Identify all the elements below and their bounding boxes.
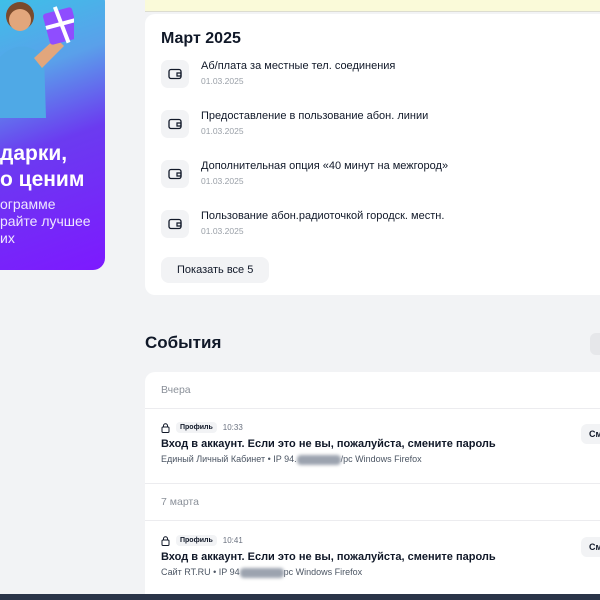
payment-title: Дополнительная опция «40 минут на межгор… (201, 160, 449, 172)
lock-icon (161, 535, 170, 546)
payment-title: Предоставление в пользование абон. линии (201, 110, 429, 122)
wallet-icon (161, 110, 189, 138)
event-action-button[interactable]: См (581, 537, 600, 557)
day-label: 7 марта (161, 496, 199, 508)
payment-title: Пользование абон.радиоточкой городск. ме… (201, 210, 445, 222)
promo-subtext-1: ограмме (0, 196, 56, 212)
events-title: События (145, 333, 222, 352)
redacted-ip (296, 454, 341, 465)
events-filter-button[interactable] (590, 333, 600, 355)
promo-headline-2: о ценим (0, 168, 85, 191)
wallet-icon (161, 210, 189, 238)
divider (145, 408, 600, 409)
divider (145, 520, 600, 521)
event-source: Единый Личный Кабинет (161, 454, 266, 464)
payment-item[interactable]: Предоставление в пользование абон. линии… (161, 108, 600, 148)
event-ip-prefix: IP 94. (273, 454, 297, 464)
event-title: Вход в аккаунт. Если это не вы, пожалуйс… (161, 438, 496, 450)
payment-date: 01.03.2025 (201, 176, 244, 186)
promo-subtext-2: райте лучшее (0, 213, 91, 229)
payment-item[interactable]: Дополнительная опция «40 минут на межгор… (161, 158, 600, 198)
browser-top-strip (145, 0, 600, 12)
event-details: Сайт RT.RU • IP 94 pc Windows Firefox (161, 567, 362, 578)
event-meta: Профиль 10:33 (161, 422, 243, 433)
event-meta: Профиль 10:41 (161, 535, 243, 546)
event-time: 10:33 (222, 423, 243, 432)
redacted-ip (239, 567, 284, 578)
event-time: 10:41 (222, 536, 243, 545)
payments-card: Март 2025 Аб/плата за местные тел. соеди… (145, 14, 600, 295)
day-label: Вчера (161, 384, 191, 396)
event-item[interactable]: Профиль 10:41 Вход в аккаунт. Если это н… (161, 535, 600, 585)
event-details: Единый Личный Кабинет • IP 94./pc Window… (161, 454, 422, 465)
promo-headline-1: дарки, (0, 142, 68, 165)
lock-icon (161, 422, 170, 433)
events-card: Вчера Профиль 10:33 Вход в аккаунт. Если… (145, 372, 600, 600)
wallet-icon (161, 160, 189, 188)
divider (145, 483, 600, 484)
payment-date: 01.03.2025 (201, 126, 244, 136)
payment-title: Аб/плата за местные тел. соединения (201, 60, 396, 72)
payment-date: 01.03.2025 (201, 76, 244, 86)
payment-date: 01.03.2025 (201, 226, 244, 236)
payment-item[interactable]: Пользование абон.радиоточкой городск. ме… (161, 208, 600, 248)
event-ip-prefix: IP 94 (218, 567, 240, 577)
os-taskbar (0, 594, 600, 600)
event-ip-suffix: /pc Windows Firefox (340, 454, 422, 464)
event-action-button[interactable]: См (581, 424, 600, 444)
wallet-icon (161, 60, 189, 88)
event-source: Сайт RT.RU (161, 567, 211, 577)
promo-person-illustration (0, 2, 74, 118)
profile-badge: Профиль (176, 422, 217, 433)
event-item[interactable]: Профиль 10:33 Вход в аккаунт. Если это н… (161, 422, 600, 472)
show-all-button[interactable]: Показать все 5 (161, 257, 270, 283)
month-title: Март 2025 (161, 30, 241, 47)
event-ip-suffix: pc Windows Firefox (283, 567, 363, 577)
promo-subtext-3: их (0, 230, 15, 246)
profile-badge: Профиль (176, 535, 217, 546)
payment-item[interactable]: Аб/плата за местные тел. соединения 01.0… (161, 58, 600, 98)
event-title: Вход в аккаунт. Если это не вы, пожалуйс… (161, 551, 496, 563)
promo-banner[interactable]: дарки, о ценим ограмме райте лучшее их (0, 0, 105, 270)
